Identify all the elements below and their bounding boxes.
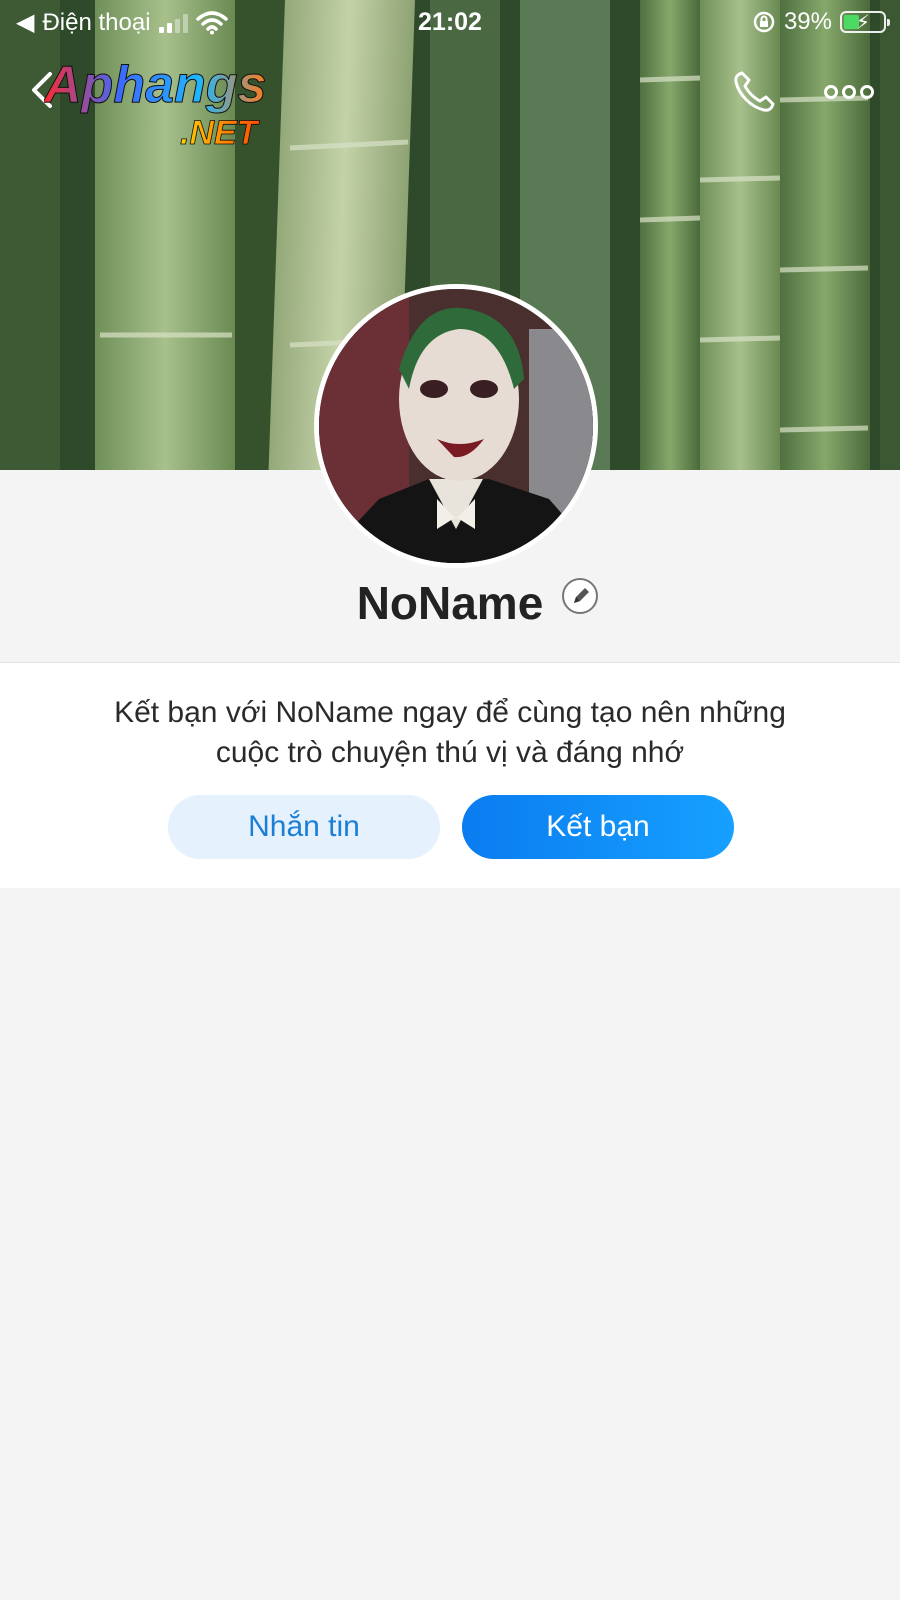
message-button[interactable]: Nhắn tin (168, 795, 440, 859)
battery-charging-icon: ⚡ (840, 11, 890, 34)
watermark-brand: Aphangs (44, 56, 266, 114)
status-right: 39% ⚡ (752, 8, 890, 36)
more-options-button[interactable] (824, 74, 880, 110)
more-dots-icon (824, 85, 838, 99)
invite-line-1: Kết bạn với NoName ngay để cùng tạo nên … (114, 696, 786, 729)
rotation-lock-icon (753, 11, 775, 33)
edit-name-button[interactable] (562, 578, 598, 614)
aphangs-watermark-logo: Aphangs .NET (44, 56, 267, 153)
invite-line-2: cuộc trò chuyện thú vị và đáng nhớ (215, 736, 685, 769)
status-bar: ◀ Điện thoại 21:02 39% ⚡ (0, 0, 900, 44)
watermark-suffix: .NET (180, 114, 261, 152)
profile-avatar[interactable] (314, 284, 598, 568)
call-button[interactable] (730, 68, 778, 116)
friend-request-card: Kết bạn với NoName ngay để cùng tạo nên … (0, 662, 900, 888)
add-friend-button[interactable]: Kết bạn (462, 795, 734, 859)
profile-name-row: NoName (0, 576, 900, 636)
phone-icon (734, 71, 775, 112)
profile-name: NoName (356, 577, 544, 629)
battery-percent: 39% (783, 8, 832, 35)
pencil-icon (574, 588, 589, 603)
friend-invite-text: Kết bạn với NoName ngay để cùng tạo nên … (60, 693, 840, 773)
avatar-image (319, 289, 593, 563)
